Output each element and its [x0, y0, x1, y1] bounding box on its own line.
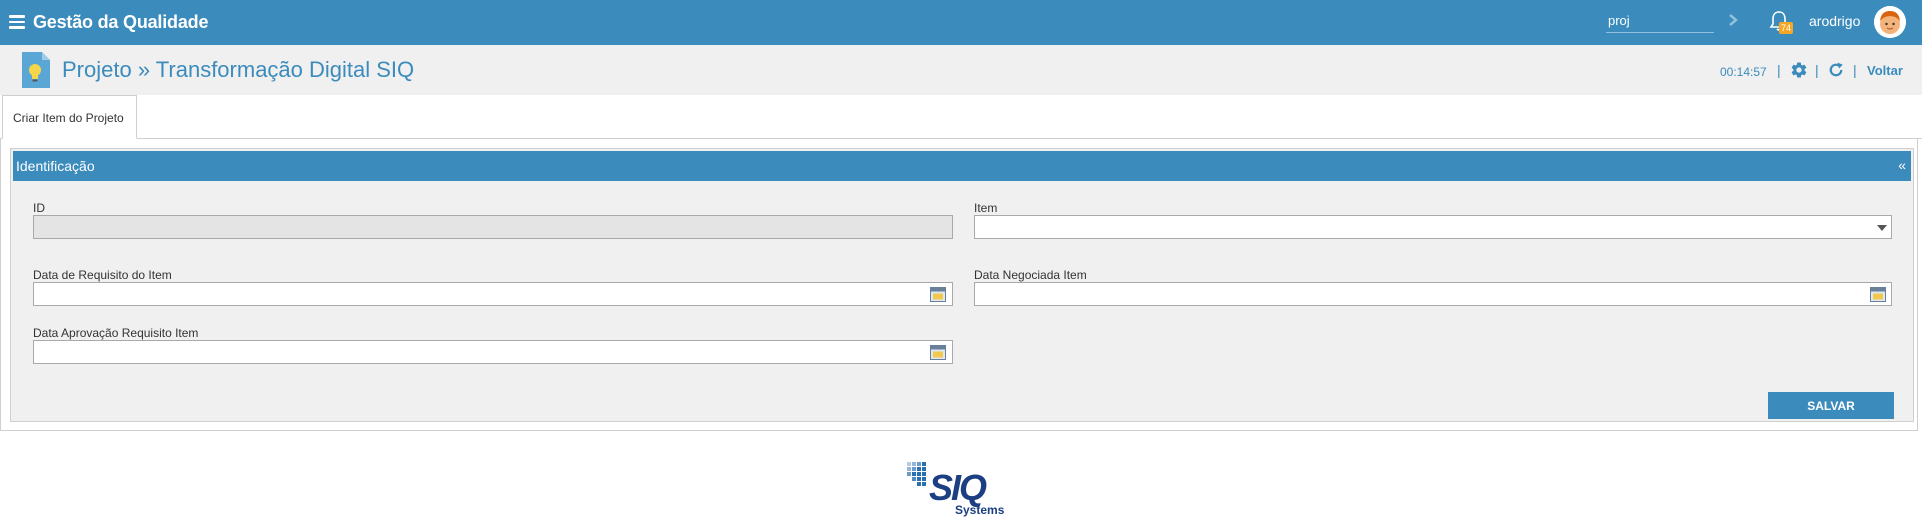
refresh-icon[interactable]	[1827, 61, 1845, 79]
panel-title: Identificação	[16, 158, 95, 174]
req-date-field[interactable]	[33, 282, 953, 306]
back-link[interactable]: Voltar	[1867, 63, 1903, 78]
separator: |	[1853, 62, 1857, 78]
calendar-icon[interactable]	[930, 344, 946, 360]
tab-content: Identificação « ID Data de Requisito do …	[0, 139, 1918, 431]
item-label: Item	[974, 201, 998, 215]
page-title: Projeto » Transformação Digital SIQ	[62, 57, 415, 82]
lightbulb-page-icon	[22, 52, 50, 88]
chevron-right-icon[interactable]	[1724, 9, 1742, 31]
save-button[interactable]: SALVAR	[1768, 392, 1894, 419]
approval-date-label: Data Aprovação Requisito Item	[33, 326, 199, 340]
username[interactable]: arodrigo	[1809, 13, 1860, 29]
hamburger-menu-icon[interactable]	[9, 15, 25, 29]
notification-count-badge: 74	[1779, 22, 1793, 34]
identification-panel: Identificação « ID Data de Requisito do …	[10, 148, 1914, 422]
search-input[interactable]	[1606, 9, 1714, 33]
panel-header[interactable]: Identificação «	[13, 151, 1911, 181]
logo-text: SIQ	[929, 467, 987, 508]
id-field	[33, 215, 953, 239]
req-date-label: Data de Requisito do Item	[33, 268, 172, 282]
id-label: ID	[33, 201, 45, 215]
neg-date-field[interactable]	[974, 282, 1892, 306]
calendar-icon[interactable]	[930, 286, 946, 302]
gear-icon[interactable]	[1790, 61, 1808, 79]
top-navbar: Gestão da Qualidade 74 arodrigo	[0, 0, 1922, 45]
tab-criar-item[interactable]: Criar Item do Projeto	[2, 95, 137, 139]
separator: |	[1815, 62, 1819, 78]
item-select[interactable]	[974, 215, 1892, 239]
approval-date-field[interactable]	[33, 340, 953, 364]
chevron-down-icon[interactable]	[1877, 225, 1887, 231]
avatar[interactable]	[1874, 6, 1906, 38]
logo-subtext: Systems	[955, 503, 1005, 517]
session-timer: 00:14:57	[1720, 65, 1767, 79]
tab-bar: Criar Item do Projeto	[0, 95, 1922, 139]
page-header: Projeto » Transformação Digital SIQ 00:1…	[0, 45, 1922, 95]
calendar-icon[interactable]	[1870, 286, 1886, 302]
collapse-icon[interactable]: «	[1898, 157, 1906, 173]
neg-date-label: Data Negociada Item	[974, 268, 1087, 282]
siq-systems-logo: SIQ Systems	[907, 462, 1005, 517]
separator: |	[1777, 62, 1781, 78]
app-title: Gestão da Qualidade	[33, 12, 209, 32]
